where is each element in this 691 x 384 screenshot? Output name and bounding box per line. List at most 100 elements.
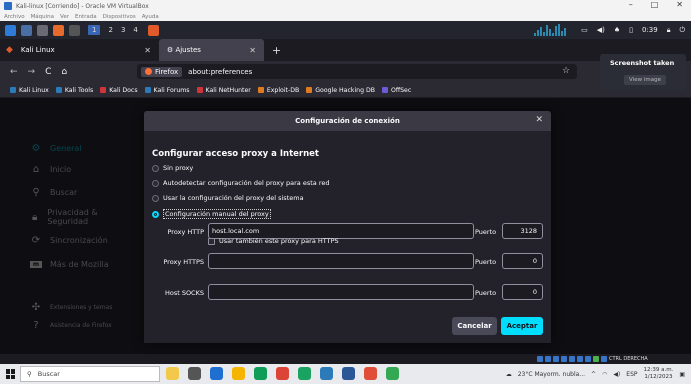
taskbar-clock[interactable]: 12:39 a.m. 1/12/2023 [644, 367, 674, 381]
news-widget-icon[interactable] [166, 367, 179, 380]
close-tab-icon[interactable]: ✕ [249, 46, 256, 55]
taskbar-search[interactable]: ⚲ Buscar [20, 366, 160, 382]
display-icon[interactable] [577, 356, 583, 362]
bookmark-star-icon[interactable]: ☆ [562, 66, 570, 76]
socks-host-input[interactable] [208, 284, 474, 300]
connection-settings-dialog: Configuración de conexión ✕ Configurar a… [144, 111, 551, 343]
terminal-icon[interactable] [37, 24, 48, 36]
power-icon[interactable]: ⏻ [679, 26, 685, 35]
screenshot-notification[interactable]: Screenshot taken View image [600, 54, 686, 90]
radio-sin-proxy[interactable]: Sin proxy [152, 164, 193, 172]
close-tab-icon[interactable]: ✕ [144, 46, 151, 55]
https-port-input[interactable]: 0 [502, 253, 543, 269]
url-text[interactable]: about:preferences [188, 68, 252, 76]
language-indicator[interactable]: ESP [626, 371, 637, 378]
menu-dispositivos[interactable]: Dispositivos [103, 14, 136, 20]
menu-maquina[interactable]: Máquina [31, 14, 54, 20]
radio-autodetectar[interactable]: Autodetectar configuración del proxy par… [152, 179, 329, 187]
workspace-3[interactable]: 3 [121, 26, 125, 34]
bookmark-kali-linux[interactable]: Kali Linux [10, 87, 49, 94]
disk-icon[interactable] [537, 356, 543, 362]
menu-entrada[interactable]: Entrada [75, 14, 97, 20]
edge-icon[interactable] [254, 367, 267, 380]
kali-dragon-icon: ◆ [6, 45, 13, 55]
mail-icon[interactable] [210, 367, 223, 380]
menu-ver[interactable]: Ver [60, 14, 69, 20]
bookmark-exploit-db[interactable]: Exploit-DB [257, 87, 299, 94]
forward-icon[interactable]: → [28, 67, 36, 77]
https-checkbox-row[interactable]: Usar también este proxy para HTTPS [208, 237, 339, 245]
bookmark-kali-nethunter[interactable]: Kali NetHunter [196, 87, 251, 94]
weather-text[interactable]: 23°C Mayorm. nubla... [518, 371, 585, 378]
tab-kali-linux[interactable]: Kali Linux ✕ [12, 39, 159, 61]
shared-folder-icon[interactable] [569, 356, 575, 362]
close-icon[interactable]: ✕ [676, 0, 683, 9]
task-view-icon[interactable] [188, 367, 201, 380]
home-icon[interactable]: ⌂ [61, 67, 67, 77]
windows-start-icon[interactable] [6, 369, 16, 379]
network-icon[interactable] [561, 356, 567, 362]
close-icon[interactable]: ✕ [535, 115, 543, 125]
vbox-window-title: Kali-linux [Corriendo] - Oracle VM Virtu… [16, 2, 149, 10]
snip-icon[interactable] [364, 367, 377, 380]
workspace-2[interactable]: 2 [108, 26, 112, 34]
bookmark-kali-docs[interactable]: Kali Docs [100, 87, 138, 94]
menu-ayuda[interactable]: Ayuda [142, 14, 159, 20]
https-checkbox[interactable] [208, 237, 215, 245]
reload-icon[interactable]: C [45, 67, 51, 77]
notifications-icon[interactable]: ▣ [679, 371, 685, 378]
bookmark-kali-tools[interactable]: Kali Tools [55, 87, 93, 94]
speaker-icon[interactable]: ◀) [613, 371, 620, 378]
panel-clock[interactable]: 0:39 [642, 26, 658, 34]
tray-chevron-icon[interactable]: ^ [591, 371, 596, 378]
http-port-input[interactable]: 3128 [502, 223, 543, 239]
app-icon[interactable] [342, 367, 355, 380]
firefox-icon[interactable] [53, 24, 64, 36]
minimize-icon[interactable]: – [629, 0, 633, 9]
battery-icon[interactable]: ▯ [629, 26, 633, 34]
radio-manual[interactable]: Configuración manual del proxy [152, 209, 271, 219]
maximize-icon[interactable]: □ [651, 0, 659, 9]
workspace-4[interactable]: 4 [133, 26, 137, 34]
desktop-icon[interactable] [21, 24, 32, 36]
socks-port-input[interactable]: 0 [502, 284, 543, 300]
chrome-alt-icon[interactable] [386, 367, 399, 380]
bookmark-kali-forums[interactable]: Kali Forums [144, 87, 190, 94]
keyboard-icon[interactable] [601, 356, 607, 362]
firefox-tab-bar: ◆ Kali Linux ✕ ⚙ Ajustes ✕ + [0, 39, 691, 61]
kali-menu-icon[interactable] [5, 24, 16, 36]
weather-icon[interactable]: ☁ [506, 371, 512, 378]
cancel-button[interactable]: Cancelar [452, 317, 497, 335]
accept-button[interactable]: Aceptar [501, 317, 543, 335]
bookmark-google-hacking-db[interactable]: Google Hacking DB [306, 87, 375, 94]
usb-icon[interactable] [553, 356, 559, 362]
chrome-icon[interactable] [276, 367, 289, 380]
https-proxy-input[interactable] [208, 253, 474, 269]
new-tab-button[interactable]: + [272, 44, 281, 57]
optical-drive-icon[interactable] [545, 356, 551, 362]
cpu-icon[interactable] [593, 356, 599, 362]
view-image-button[interactable]: View image [624, 75, 666, 85]
virtualbox-task-icon[interactable] [320, 367, 333, 380]
recording-icon[interactable] [585, 356, 591, 362]
back-icon[interactable]: ← [10, 67, 18, 77]
navigation-bar: ← → C ⌂ Firefox about:preferences ☆ [0, 61, 691, 83]
http-proxy-label: Proxy HTTP [167, 228, 204, 236]
workspace-1[interactable]: 1 [88, 25, 101, 35]
chrome-profile-icon[interactable] [298, 367, 311, 380]
identity-chip[interactable]: Firefox [141, 66, 183, 77]
window-icon[interactable]: ▭ [581, 26, 588, 34]
radio-sistema[interactable]: Usar la configuración del proxy del sist… [152, 194, 304, 202]
wifi-icon[interactable]: ◠ [602, 371, 607, 378]
panel-window-icon[interactable] [69, 24, 80, 36]
bookmark-offsec[interactable]: OffSec [382, 87, 411, 94]
firefox-task-icon[interactable] [147, 24, 159, 36]
volume-icon[interactable]: ◀) [597, 26, 605, 34]
file-explorer-icon[interactable] [232, 367, 245, 380]
tab-ajustes[interactable]: ⚙ Ajustes ✕ [158, 39, 264, 61]
url-bar[interactable]: Firefox about:preferences [137, 64, 577, 79]
lock-screen-icon[interactable]: 🔒︎ [667, 26, 671, 35]
kali-panel-right: ▭ ◀) ♠ ▯ 0:39 🔒︎ ⏻ [534, 21, 685, 39]
menu-archivo[interactable]: Archivo [4, 14, 25, 20]
notification-icon[interactable]: ♠ [614, 26, 620, 34]
